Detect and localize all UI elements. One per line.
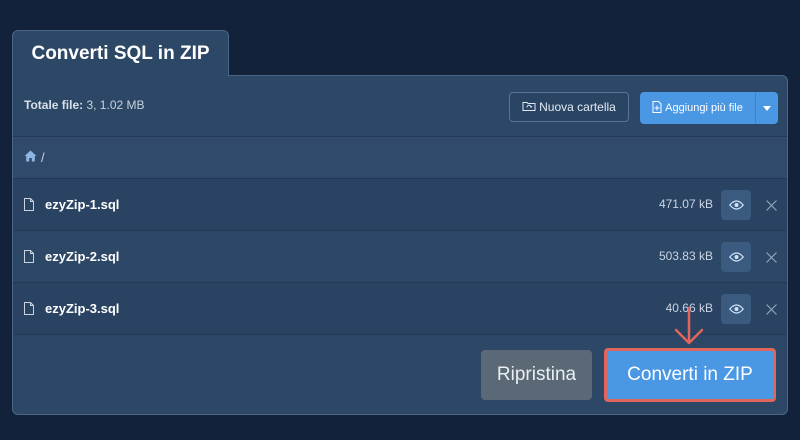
add-files-label: Aggiungi più file (665, 102, 743, 114)
file-row[interactable]: ezyZip-1.sql 471.07 kB (13, 179, 787, 231)
convert-label: Converti in ZIP (627, 364, 753, 385)
new-folder-label: Nuova cartella (539, 100, 616, 114)
file-icon (24, 250, 34, 268)
file-size: 503.83 kB (658, 249, 713, 263)
add-files-dropdown-toggle[interactable] (755, 92, 778, 124)
tab-converti-sql-zip[interactable]: Converti SQL in ZIP (12, 30, 229, 76)
close-icon (765, 199, 777, 211)
file-name: ezyZip-1.sql (45, 197, 120, 212)
file-panel: Totale file: 3, 1.02 MB Nuova cartella A… (12, 75, 788, 415)
file-icon (24, 302, 34, 320)
total-files-value: 3, 1.02 MB (86, 98, 145, 112)
action-footer: Ripristina Converti in ZIP (13, 334, 787, 414)
caret-down-icon (763, 102, 771, 114)
total-files: Totale file: 3, 1.02 MB (24, 98, 145, 112)
file-name: ezyZip-3.sql (45, 301, 120, 316)
eye-icon (728, 252, 744, 262)
file-name: ezyZip-2.sql (45, 249, 120, 264)
close-icon (765, 303, 777, 315)
preview-button[interactable] (721, 190, 751, 220)
eye-icon (728, 200, 744, 210)
breadcrumb: / (13, 137, 787, 179)
reset-button[interactable]: Ripristina (481, 350, 592, 400)
remove-file-button[interactable] (761, 247, 781, 267)
file-row[interactable]: ezyZip-2.sql 503.83 kB (13, 231, 787, 283)
file-size: 471.07 kB (658, 197, 713, 211)
folder-sync-icon (522, 100, 536, 115)
home-icon[interactable] (24, 150, 37, 165)
preview-button[interactable] (721, 242, 751, 272)
tab-label: Converti SQL in ZIP (31, 42, 210, 64)
close-icon (765, 251, 777, 263)
file-icon (24, 198, 34, 216)
eye-icon (728, 304, 744, 314)
add-files-button[interactable]: Aggiungi più file (640, 92, 778, 124)
add-file-icon (652, 100, 662, 116)
reset-label: Ripristina (496, 364, 577, 385)
toolbar: Totale file: 3, 1.02 MB Nuova cartella A… (13, 76, 787, 137)
add-files-main[interactable]: Aggiungi più file (640, 92, 755, 124)
remove-file-button[interactable] (761, 195, 781, 215)
arrow-down-icon (674, 306, 704, 345)
remove-file-button[interactable] (761, 299, 781, 319)
breadcrumb-path: / (41, 150, 45, 165)
convert-to-zip-button[interactable]: Converti in ZIP (604, 348, 776, 402)
total-files-label: Totale file: (24, 98, 84, 112)
new-folder-button[interactable]: Nuova cartella (509, 92, 629, 122)
preview-button[interactable] (721, 294, 751, 324)
